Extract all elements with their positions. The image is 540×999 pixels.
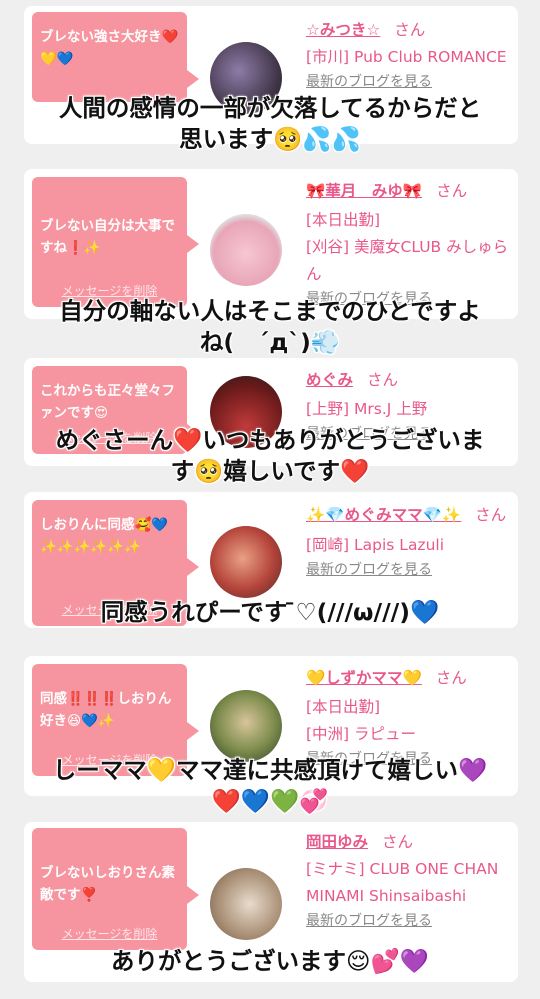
reply-overlay-text: しーママ💛ママ達に共感頂けて嬉しい💜 ❤️💙💚💞 bbox=[52, 756, 488, 815]
san-label: さん bbox=[382, 833, 414, 851]
reply-overlay-text: 自分の軸ない人はそこまでのひとですよ ね( ´д`)💨 bbox=[59, 297, 481, 356]
delete-message-link[interactable]: メッセージを削除 bbox=[32, 925, 187, 942]
message-text: これからも正々堂々ファンです😍 bbox=[40, 383, 175, 421]
avatar[interactable] bbox=[210, 526, 282, 598]
user-name-link[interactable]: 💛しずかママ💛 bbox=[306, 669, 422, 687]
message-text: 同感‼️‼️‼️しおりん好き😆💙✨ bbox=[40, 691, 172, 729]
blog-link[interactable]: 最新のブログを見る bbox=[306, 559, 511, 579]
message-bubble: ブレない自分は大事ですね❗✨ メッセージを削除 bbox=[32, 177, 199, 307]
san-label: さん bbox=[436, 182, 468, 200]
shop-info: [岡崎] Lapis Lazuli bbox=[306, 536, 445, 554]
user-name-link[interactable]: ☆みつき☆ bbox=[306, 21, 380, 39]
san-label: さん bbox=[394, 21, 426, 39]
blog-link[interactable]: 最新のブログを見る bbox=[306, 71, 511, 91]
shop-status: [本日出勤] bbox=[306, 698, 381, 716]
user-name-link[interactable]: ✨💎めぐみママ💎✨ bbox=[306, 506, 461, 524]
reply-overlay-text: 同感うれぴーです ̄♡(///ω///)💙 bbox=[100, 598, 440, 626]
shop-info: [上野] Mrs.J 上野 bbox=[306, 400, 428, 418]
message-text: ブレないしおりさん素敵です❣️ bbox=[40, 865, 175, 903]
blog-link[interactable]: 最新のブログを見る bbox=[306, 910, 511, 930]
shop-info: [中洲] ラピュー bbox=[306, 725, 417, 743]
avatar[interactable] bbox=[210, 214, 282, 286]
san-label: さん bbox=[475, 506, 507, 524]
user-name-link[interactable]: 🎀華月 みゆ🎀 bbox=[306, 182, 422, 200]
message-bubble: ブレないしおりさん素敵です❣️ メッセージを削除 bbox=[32, 828, 199, 950]
message-text: しおりんに同感🥰💙✨✨✨✨✨✨ bbox=[40, 517, 169, 555]
avatar[interactable] bbox=[210, 690, 282, 762]
user-name-link[interactable]: 岡田ゆみ bbox=[306, 833, 368, 851]
san-label: さん bbox=[366, 371, 398, 389]
message-bubble: ブレない強さ大好き❤️💛💙 bbox=[32, 12, 199, 102]
shop-info: [ミナミ] CLUB ONE CHAN MINAMI Shinsaibashi bbox=[306, 860, 499, 905]
shop-info: [市川] Pub Club ROMANCE bbox=[306, 48, 507, 66]
shop-info: [刈谷] 美魔女CLUB みしゅらん bbox=[306, 238, 509, 283]
san-label: さん bbox=[435, 669, 467, 687]
avatar[interactable] bbox=[210, 868, 282, 940]
reply-overlay-text: 人間の感情の一部が欠落してるからだと 思います🥺💦💦 bbox=[58, 94, 482, 153]
user-name-link[interactable]: めぐみ bbox=[306, 371, 353, 389]
reply-overlay-text: めぐさーん❤️いつもありがとうございま す🥺嬉しいです❤️ bbox=[55, 426, 485, 485]
reply-overlay-text: ありがとうございます😌💕💜 bbox=[110, 947, 430, 975]
message-text: ブレない強さ大好き❤️💛💙 bbox=[40, 29, 179, 67]
message-text: ブレない自分は大事ですね❗✨ bbox=[40, 218, 175, 256]
shop-status: [本日出勤] bbox=[306, 211, 381, 229]
